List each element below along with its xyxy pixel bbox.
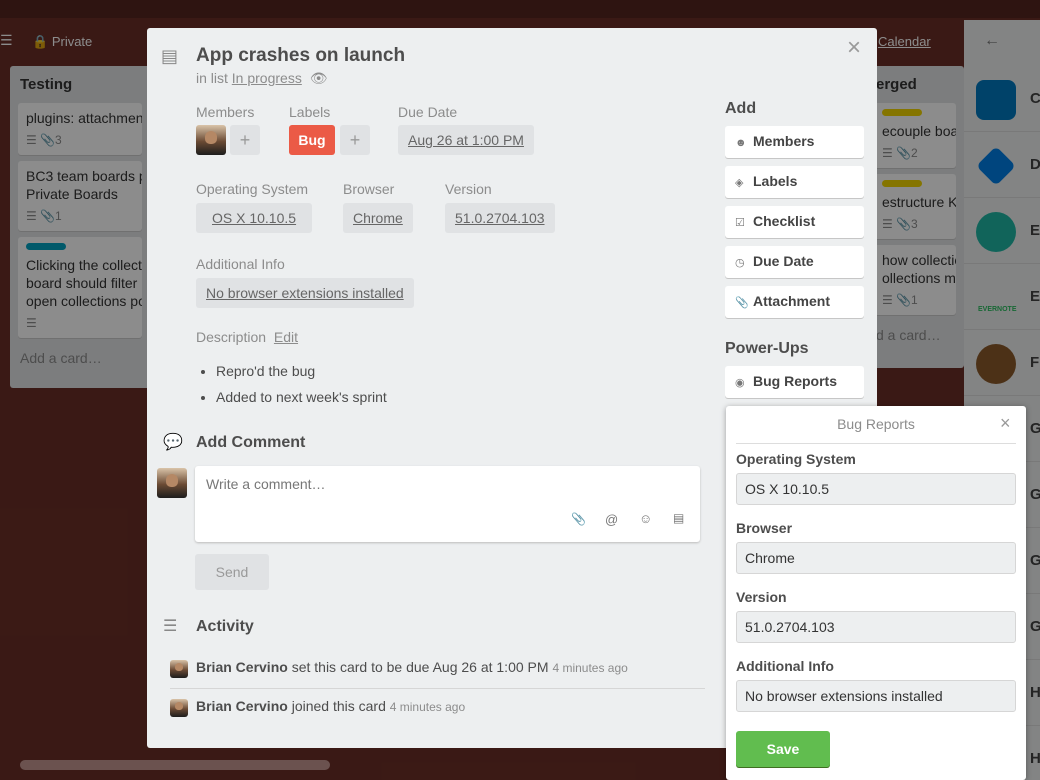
close-icon[interactable]: × bbox=[847, 34, 861, 62]
checklist-button[interactable]: ☑ Checklist bbox=[725, 206, 864, 238]
activity-item: Brian Cervino joined this card 4 minutes… bbox=[196, 698, 465, 714]
description-item: Added to next week's sprint bbox=[216, 384, 387, 410]
activity-title: Activity bbox=[196, 618, 254, 635]
due-date-button[interactable]: Aug 26 at 1:00 PM bbox=[398, 125, 534, 155]
in-list-prefix: in list bbox=[196, 70, 228, 86]
popover-browser-input[interactable]: Chrome bbox=[736, 542, 1016, 574]
popover-header-divider bbox=[736, 443, 1016, 444]
due-date-button-label: Due Date bbox=[753, 253, 814, 269]
comment-input[interactable]: Write a comment… 📎 @ ☺ ▤ bbox=[195, 466, 700, 542]
list-name-link[interactable]: In progress bbox=[232, 70, 302, 86]
due-date-sidebar-button[interactable]: ◷ Due Date bbox=[725, 246, 864, 278]
bug-icon: ◉ bbox=[735, 377, 745, 389]
activity-divider bbox=[170, 688, 705, 689]
members-button-label: Members bbox=[753, 133, 815, 149]
paperclip-icon[interactable]: 📎 bbox=[571, 512, 586, 526]
description-edit-link[interactable]: Edit bbox=[274, 329, 298, 345]
popover-browser-label: Browser bbox=[736, 520, 793, 536]
card-icon: ▤ bbox=[161, 46, 179, 66]
activity-action: joined this card bbox=[291, 698, 386, 714]
description-list: Repro'd the bug Added to next week's spr… bbox=[216, 358, 387, 410]
clock-icon: ◷ bbox=[735, 257, 745, 269]
add-label-button[interactable]: + bbox=[340, 125, 370, 155]
version-field[interactable]: 51.0.2704.103 bbox=[445, 203, 555, 233]
board-horizontal-scrollbar[interactable] bbox=[20, 760, 330, 770]
mention-icon[interactable]: @ bbox=[605, 512, 618, 527]
popover-version-input[interactable]: 51.0.2704.103 bbox=[736, 611, 1016, 643]
card-title[interactable]: App crashes on launch bbox=[196, 45, 405, 67]
bug-reports-popover: Bug Reports × Operating System OS X 10.1… bbox=[726, 406, 1026, 780]
activity-user[interactable]: Brian Cervino bbox=[196, 698, 288, 714]
person-icon: ☻ bbox=[735, 137, 747, 149]
activity-user[interactable]: Brian Cervino bbox=[196, 659, 288, 675]
send-button[interactable]: Send bbox=[195, 554, 269, 590]
due-date-heading: Due Date bbox=[398, 104, 458, 120]
activity-time[interactable]: 4 minutes ago bbox=[552, 661, 627, 675]
os-field[interactable]: OS X 10.10.5 bbox=[196, 203, 313, 233]
member-avatar[interactable] bbox=[196, 125, 226, 155]
popover-os-label: Operating System bbox=[736, 451, 856, 467]
popover-os-input[interactable]: OS X 10.10.5 bbox=[736, 473, 1016, 505]
additional-info-field[interactable]: No browser extensions installed bbox=[196, 278, 414, 308]
card-link-icon[interactable]: ▤ bbox=[673, 511, 684, 525]
add-member-button[interactable]: + bbox=[230, 125, 260, 155]
activity-action: set this card to be due Aug 26 at 1:00 P… bbox=[291, 659, 549, 675]
members-button[interactable]: ☻ Members bbox=[725, 126, 864, 158]
description-label: Description bbox=[196, 329, 267, 345]
checkbox-icon: ☑ bbox=[735, 217, 745, 229]
add-comment-title: Add Comment bbox=[196, 434, 306, 451]
paperclip-icon: 📎 bbox=[735, 297, 749, 309]
popover-title: Bug Reports bbox=[837, 416, 915, 432]
os-heading: Operating System bbox=[196, 181, 309, 197]
popover-info-label: Additional Info bbox=[736, 658, 834, 674]
bug-reports-button[interactable]: ◉ Bug Reports bbox=[725, 366, 864, 398]
members-heading: Members bbox=[196, 104, 255, 120]
popover-close-icon[interactable]: × bbox=[1000, 413, 1011, 434]
commenter-avatar bbox=[157, 468, 187, 498]
browser-heading: Browser bbox=[343, 181, 395, 197]
bug-reports-button-label: Bug Reports bbox=[753, 373, 837, 389]
labels-button[interactable]: ◈ Labels bbox=[725, 166, 864, 198]
labels-button-label: Labels bbox=[753, 173, 798, 189]
description-item: Repro'd the bug bbox=[216, 358, 387, 384]
activity-avatar bbox=[170, 699, 188, 717]
activity-item: Brian Cervino set this card to be due Au… bbox=[196, 659, 628, 675]
description-heading: Description Edit bbox=[196, 329, 298, 345]
card-list-info: in list In progress 👁 bbox=[196, 70, 328, 87]
version-heading: Version bbox=[445, 181, 492, 197]
attachment-button[interactable]: 📎 Attachment bbox=[725, 286, 864, 318]
tag-icon: ◈ bbox=[735, 177, 744, 189]
comment-bubble-icon: 💬 bbox=[163, 434, 183, 451]
browser-field[interactable]: Chrome bbox=[343, 203, 413, 233]
label-bug[interactable]: Bug bbox=[289, 125, 335, 155]
activity-list-icon: ☰ bbox=[163, 618, 178, 635]
additional-info-heading: Additional Info bbox=[196, 256, 285, 272]
add-section-title: Add bbox=[725, 100, 757, 117]
popover-version-label: Version bbox=[736, 589, 787, 605]
checklist-button-label: Checklist bbox=[753, 213, 816, 229]
watch-eye-icon[interactable]: 👁 bbox=[310, 70, 328, 86]
comment-placeholder: Write a comment… bbox=[206, 476, 326, 492]
labels-heading: Labels bbox=[289, 104, 331, 120]
emoji-icon[interactable]: ☺ bbox=[639, 511, 652, 526]
popover-info-input[interactable]: No browser extensions installed bbox=[736, 680, 1016, 712]
save-button[interactable]: Save bbox=[736, 731, 830, 767]
activity-time[interactable]: 4 minutes ago bbox=[390, 700, 465, 714]
powerups-section-title: Power-Ups bbox=[725, 340, 809, 357]
attachment-button-label: Attachment bbox=[753, 293, 831, 309]
activity-avatar bbox=[170, 660, 188, 678]
